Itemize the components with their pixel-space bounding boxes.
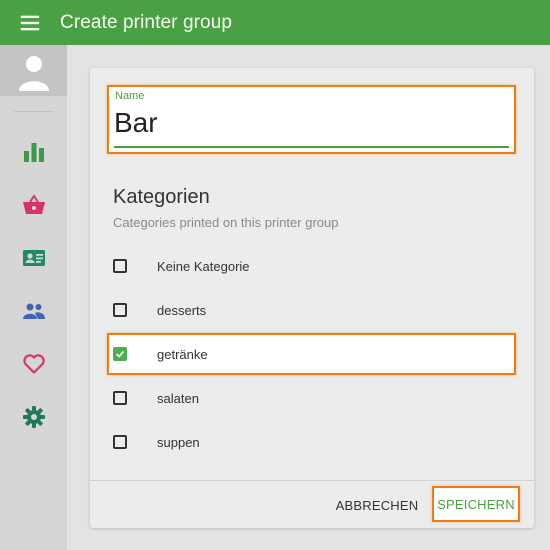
name-input[interactable]: Bar bbox=[114, 107, 158, 139]
sidebar-item-chart[interactable] bbox=[0, 130, 67, 174]
category-row-salaten[interactable]: salaten bbox=[107, 377, 516, 419]
page-title: Create printer group bbox=[60, 11, 233, 33]
category-checkbox-checked[interactable] bbox=[113, 347, 127, 361]
actions-divider bbox=[90, 480, 534, 481]
menu-button[interactable] bbox=[0, 0, 60, 45]
categories-title: Kategorien bbox=[113, 186, 210, 208]
category-label: suppen bbox=[157, 434, 200, 450]
category-label: Keine Kategorie bbox=[157, 258, 250, 274]
sidebar-item-favorites[interactable] bbox=[0, 342, 67, 386]
check-icon bbox=[116, 350, 124, 358]
id-card-icon bbox=[22, 250, 45, 266]
category-checkbox[interactable] bbox=[113, 303, 127, 317]
menu-icon bbox=[20, 15, 40, 30]
category-row-suppen[interactable]: suppen bbox=[107, 421, 516, 463]
category-label: salaten bbox=[157, 390, 199, 406]
gear-icon bbox=[22, 406, 45, 428]
sidebar-item-basket[interactable] bbox=[0, 183, 67, 227]
name-field[interactable]: Name Bar bbox=[107, 85, 516, 154]
name-field-underline bbox=[114, 146, 509, 148]
category-checkbox[interactable] bbox=[113, 259, 127, 273]
bar-chart-icon bbox=[23, 143, 44, 162]
save-button[interactable]: SPEICHERN bbox=[432, 486, 520, 522]
sidebar-divider bbox=[14, 111, 54, 112]
user-avatar-icon bbox=[18, 55, 49, 91]
heart-icon bbox=[22, 354, 45, 374]
category-row-keine-kategorie[interactable]: Keine Kategorie bbox=[107, 245, 516, 287]
cancel-button[interactable]: ABBRECHEN bbox=[333, 492, 421, 518]
shopping-basket-icon bbox=[22, 194, 45, 214]
sidebar-item-settings[interactable] bbox=[0, 395, 67, 439]
sidebar bbox=[0, 45, 67, 550]
sidebar-item-users[interactable] bbox=[0, 289, 67, 333]
category-checkbox[interactable] bbox=[113, 435, 127, 449]
category-label: desserts bbox=[157, 302, 207, 318]
category-label: getränke bbox=[157, 346, 208, 362]
name-field-label: Name bbox=[115, 90, 145, 102]
avatar[interactable] bbox=[0, 45, 67, 96]
app-bar: Create printer group bbox=[0, 0, 550, 45]
categories-subtitle: Categories printed on this printer group bbox=[113, 215, 339, 230]
sidebar-item-contact-card[interactable] bbox=[0, 236, 67, 280]
users-icon bbox=[22, 303, 45, 319]
category-checkbox[interactable] bbox=[113, 391, 127, 405]
category-row-getraenke[interactable]: getränke bbox=[107, 333, 516, 375]
category-row-desserts[interactable]: desserts bbox=[107, 289, 516, 331]
